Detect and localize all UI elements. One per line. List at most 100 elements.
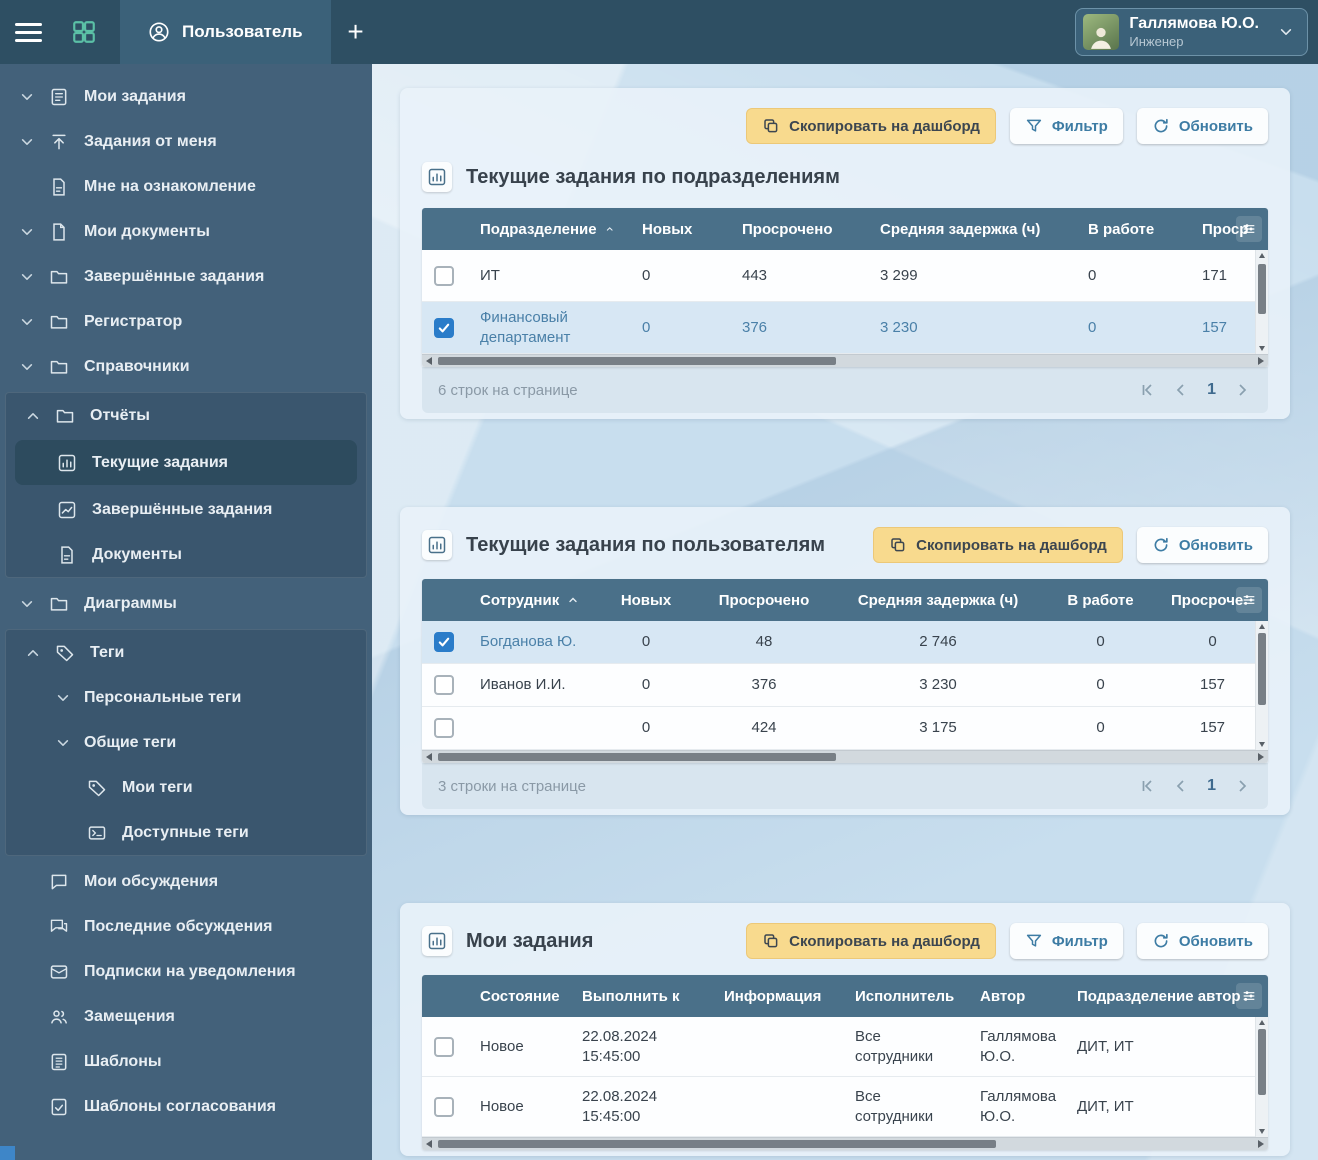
- sidebar-item-recent-discussions[interactable]: Последние обсуждения: [0, 904, 372, 949]
- apps-grid-button[interactable]: [56, 0, 112, 64]
- column-header-employee[interactable]: Сотрудник: [466, 579, 596, 621]
- h-scrollbar-thumb[interactable]: [438, 357, 836, 365]
- column-settings-icon[interactable]: [1236, 587, 1262, 613]
- column-header-new[interactable]: Новых: [596, 579, 696, 621]
- prev-page-icon[interactable]: [1173, 778, 1189, 794]
- tab-user[interactable]: Пользователь: [120, 0, 331, 64]
- refresh-button[interactable]: Обновить: [1137, 923, 1268, 959]
- horizontal-scrollbar[interactable]: [422, 1137, 1268, 1150]
- column-header-department[interactable]: Подразделение: [466, 208, 628, 250]
- table-row[interactable]: 0 424 3 175 0 157: [422, 707, 1268, 750]
- sidebar-item-tasks-from-me[interactable]: Задания от меня: [0, 119, 372, 164]
- column-header-overdue[interactable]: Просрочено: [696, 579, 832, 621]
- column-header-due[interactable]: Выполнить к: [568, 975, 710, 1017]
- scroll-left-arrow[interactable]: [426, 1140, 432, 1148]
- hamburger-menu-button[interactable]: [0, 0, 56, 64]
- row-checkbox[interactable]: [434, 1037, 454, 1057]
- sidebar-item-templates[interactable]: Шаблоны: [0, 1039, 372, 1084]
- sidebar-item-available-tags[interactable]: Доступные теги: [6, 810, 366, 855]
- column-header-author[interactable]: Автор: [966, 975, 1063, 1017]
- sidebar-item-my-tasks[interactable]: Мои задания: [0, 74, 372, 119]
- department-link[interactable]: Финансовый департамент: [466, 302, 628, 353]
- sidebar-item-approval-templates[interactable]: Шаблоны согласования: [0, 1084, 372, 1129]
- sidebar-item-completed-tasks[interactable]: Завершённые задания: [0, 254, 372, 299]
- column-header-avg-delay[interactable]: Средняя задержка (ч): [866, 208, 1074, 250]
- filter-button[interactable]: Фильтр: [1010, 108, 1123, 144]
- sidebar-item-directories[interactable]: Справочники: [0, 344, 372, 389]
- sidebar-item-completed-tasks-report[interactable]: Завершённые задания: [6, 487, 366, 532]
- column-header-state[interactable]: Состояние: [466, 975, 568, 1017]
- column-header-avg-delay[interactable]: Средняя задержка (ч): [832, 579, 1044, 621]
- chevron-down-icon[interactable]: [1279, 25, 1293, 39]
- first-page-icon[interactable]: [1139, 382, 1155, 398]
- refresh-button[interactable]: Обновить: [1137, 108, 1268, 144]
- vertical-scrollbar[interactable]: [1255, 621, 1268, 750]
- table-row-selected[interactable]: Богданова Ю. 0 48 2 746 0 0: [422, 621, 1268, 664]
- sidebar-item-diagrams[interactable]: Диаграммы: [0, 581, 372, 626]
- vertical-scrollbar[interactable]: [1255, 1017, 1268, 1137]
- employee-link[interactable]: Богданова Ю.: [466, 621, 596, 663]
- h-scrollbar-thumb[interactable]: [438, 753, 836, 761]
- sidebar-item-documents-report[interactable]: Документы: [6, 532, 366, 577]
- copy-to-dashboard-button[interactable]: Скопировать на дашборд: [746, 923, 996, 959]
- scroll-left-arrow[interactable]: [426, 357, 432, 365]
- row-checkbox[interactable]: [434, 675, 454, 695]
- row-checkbox-checked[interactable]: [434, 632, 454, 652]
- vertical-scrollbar[interactable]: [1255, 250, 1268, 354]
- table-row[interactable]: ИТ 0 443 3 299 0 171: [422, 250, 1268, 302]
- v-scrollbar-thumb[interactable]: [1258, 264, 1266, 314]
- next-page-icon[interactable]: [1234, 778, 1250, 794]
- first-page-icon[interactable]: [1139, 778, 1155, 794]
- sidebar-item-current-tasks[interactable]: Текущие задания: [15, 440, 357, 485]
- sidebar-item-tags[interactable]: Теги: [6, 630, 366, 675]
- copy-to-dashboard-button[interactable]: Скопировать на дашборд: [746, 108, 996, 144]
- horizontal-scrollbar[interactable]: [422, 354, 1268, 367]
- column-settings-icon[interactable]: [1236, 983, 1262, 1009]
- table-row[interactable]: Новое 22.08.2024 15:45:00 Все сотрудники…: [422, 1017, 1268, 1077]
- sidebar-item-notification-subscriptions[interactable]: Подписки на уведомления: [0, 949, 372, 994]
- table-row[interactable]: Иванов И.И. 0 376 3 230 0 157: [422, 664, 1268, 707]
- refresh-button[interactable]: Обновить: [1137, 527, 1268, 563]
- copy-to-dashboard-button[interactable]: Скопировать на дашборд: [873, 527, 1123, 563]
- row-checkbox[interactable]: [434, 266, 454, 286]
- v-scrollbar-thumb[interactable]: [1258, 1029, 1266, 1095]
- column-header-in-progress[interactable]: В работе: [1044, 579, 1157, 621]
- scroll-right-arrow[interactable]: [1258, 1140, 1264, 1148]
- table-row-selected[interactable]: Финансовый департамент 0 376 3 230 0 157: [422, 302, 1268, 354]
- current-page[interactable]: 1: [1207, 777, 1216, 795]
- scroll-right-arrow[interactable]: [1258, 357, 1264, 365]
- next-page-icon[interactable]: [1234, 382, 1250, 398]
- add-tab-button[interactable]: +: [331, 0, 381, 64]
- column-header-info[interactable]: Информация: [710, 975, 841, 1017]
- scroll-left-arrow[interactable]: [426, 753, 432, 761]
- row-checkbox[interactable]: [434, 718, 454, 738]
- row-checkbox-checked[interactable]: [434, 318, 454, 338]
- current-page[interactable]: 1: [1207, 381, 1216, 399]
- sidebar-item-registrar[interactable]: Регистратор: [0, 299, 372, 344]
- user-menu[interactable]: Галлямова Ю.О. Инженер: [1075, 8, 1308, 56]
- column-settings-icon[interactable]: [1236, 216, 1262, 242]
- filter-button[interactable]: Фильтр: [1010, 923, 1123, 959]
- sidebar-item-my-discussions[interactable]: Мои обсуждения: [0, 859, 372, 904]
- v-scrollbar-thumb[interactable]: [1258, 633, 1266, 705]
- column-header-new[interactable]: Новых: [628, 208, 728, 250]
- prev-page-icon[interactable]: [1173, 382, 1189, 398]
- sidebar-item-my-documents[interactable]: Мои документы: [0, 209, 372, 254]
- row-checkbox[interactable]: [434, 1097, 454, 1117]
- sidebar-item-label: Общие теги: [84, 734, 176, 752]
- horizontal-scrollbar[interactable]: [422, 750, 1268, 763]
- table-row[interactable]: Новое 22.08.2024 15:45:00 Все сотрудники…: [422, 1077, 1268, 1137]
- column-header-executor[interactable]: Исполнитель: [841, 975, 966, 1017]
- scroll-right-arrow[interactable]: [1258, 753, 1264, 761]
- h-scrollbar-thumb[interactable]: [438, 1140, 996, 1148]
- sidebar-item-label: Мои теги: [122, 779, 193, 797]
- sidebar-item-substitutions[interactable]: Замещения: [0, 994, 372, 1039]
- column-header-in-progress[interactable]: В работе: [1074, 208, 1188, 250]
- sidebar-item-reports[interactable]: Отчёты: [6, 393, 366, 438]
- sidebar-item-my-tags[interactable]: Мои теги: [6, 765, 366, 810]
- sidebar-item-shared-tags[interactable]: Общие теги: [6, 720, 366, 765]
- sidebar-item-for-review[interactable]: Мне на ознакомление: [0, 164, 372, 209]
- column-header-overdue[interactable]: Просрочено: [728, 208, 866, 250]
- cell-employee: [466, 707, 596, 749]
- sidebar-item-personal-tags[interactable]: Персональные теги: [6, 675, 366, 720]
